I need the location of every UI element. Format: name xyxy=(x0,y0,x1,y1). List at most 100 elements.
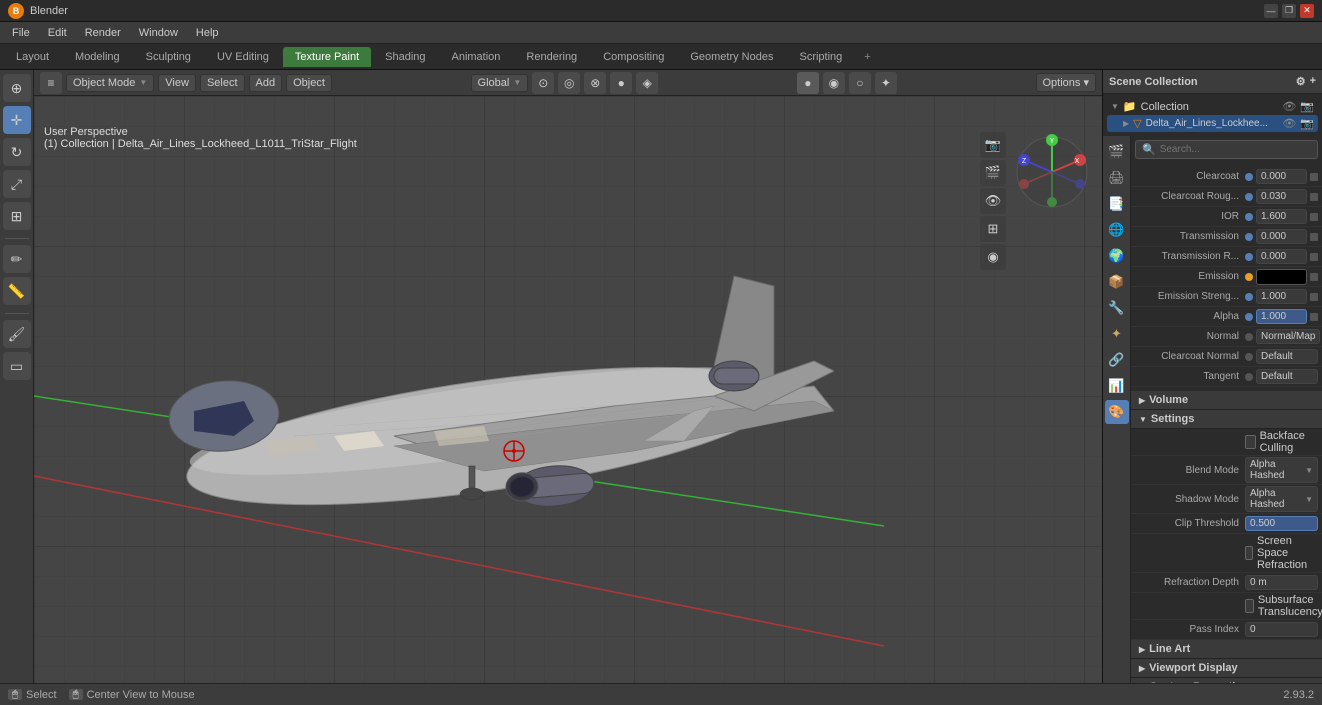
transmission-value[interactable]: 0.000 xyxy=(1256,229,1307,244)
tangent-dot[interactable] xyxy=(1245,373,1253,381)
menu-render[interactable]: Render xyxy=(77,25,129,41)
add-workspace-button[interactable]: + xyxy=(856,47,878,67)
clip-threshold-value[interactable]: 0.500 xyxy=(1245,516,1318,531)
alpha-dot[interactable] xyxy=(1245,313,1253,321)
collection-render-icon[interactable]: 📷 xyxy=(1300,100,1314,113)
tangent-value[interactable]: Default xyxy=(1256,369,1318,384)
tab-modeling[interactable]: Modeling xyxy=(63,47,132,67)
tab-compositing[interactable]: Compositing xyxy=(591,47,676,67)
xray-icon[interactable]: ◈ xyxy=(636,72,658,94)
refraction-depth-value[interactable]: 0 m xyxy=(1245,575,1318,590)
collection-item-render-icon[interactable]: 📷 xyxy=(1300,117,1314,130)
measure-tool[interactable]: 📏 xyxy=(3,277,31,305)
collection-item-visibility-icon[interactable]: 👁 xyxy=(1282,117,1296,130)
cursor-tool[interactable]: ⊕ xyxy=(3,74,31,102)
close-button[interactable]: ✕ xyxy=(1300,4,1314,18)
transform-tool[interactable]: ⊞ xyxy=(3,202,31,230)
shading-btn[interactable]: ◉ xyxy=(980,244,1006,270)
mode-dropdown[interactable]: Object Mode ▼ xyxy=(66,74,154,92)
normal-dot[interactable] xyxy=(1245,333,1253,341)
prop-icon-constraint[interactable]: 🔗 xyxy=(1105,348,1129,372)
search-input[interactable] xyxy=(1160,144,1311,155)
fill-tool[interactable]: ▭ xyxy=(3,352,31,380)
annotate-tool[interactable]: ✏ xyxy=(3,245,31,273)
ior-dot[interactable] xyxy=(1245,213,1253,221)
tab-geometry-nodes[interactable]: Geometry Nodes xyxy=(678,47,785,67)
options-button[interactable]: Options ▾ xyxy=(1036,73,1097,92)
collection-item-expand-icon[interactable] xyxy=(1123,118,1129,129)
object-menu[interactable]: Object xyxy=(286,74,332,92)
eevee-icon[interactable]: ✦ xyxy=(875,72,897,94)
settings-section-title[interactable]: Settings xyxy=(1131,410,1322,429)
clearcoat-value[interactable]: 0.000 xyxy=(1256,169,1307,184)
menu-help[interactable]: Help xyxy=(188,25,227,41)
snap-icon[interactable]: ⊙ xyxy=(532,72,554,94)
view-menu[interactable]: View xyxy=(158,74,196,92)
add-menu[interactable]: Add xyxy=(249,74,283,92)
ior-value[interactable]: 1.600 xyxy=(1256,209,1307,224)
volume-section-title[interactable]: Volume xyxy=(1131,391,1322,410)
properties-search[interactable]: 🔍 xyxy=(1135,140,1318,159)
tab-sculpting[interactable]: Sculpting xyxy=(134,47,203,67)
tab-uv-editing[interactable]: UV Editing xyxy=(205,47,281,67)
paint-brush-tool[interactable]: 🖌 xyxy=(3,320,31,348)
solid-shading[interactable]: ● xyxy=(797,72,819,94)
normal-value[interactable]: Normal/Map xyxy=(1256,329,1320,344)
collection-expand-icon[interactable] xyxy=(1111,101,1119,112)
tab-texture-paint[interactable]: Texture Paint xyxy=(283,47,371,67)
prop-icon-world[interactable]: 🌍 xyxy=(1105,244,1129,268)
prop-icon-modifier[interactable]: 🔧 xyxy=(1105,296,1129,320)
camera-view-btn[interactable]: 📷 xyxy=(980,132,1006,158)
move-tool[interactable]: ✛ xyxy=(3,106,31,134)
scale-tool[interactable]: ⤢ xyxy=(3,170,31,198)
select-menu[interactable]: Select xyxy=(200,74,245,92)
emission-strength-dot[interactable] xyxy=(1245,293,1253,301)
emission-dot[interactable] xyxy=(1245,273,1253,281)
alpha-value[interactable]: 1.000 xyxy=(1256,309,1307,324)
tab-shading[interactable]: Shading xyxy=(373,47,437,67)
emission-strength-reset[interactable] xyxy=(1310,293,1318,301)
show-hide-btn[interactable]: 👁 xyxy=(980,188,1006,214)
clearcoat-reset[interactable] xyxy=(1310,173,1318,181)
pass-index-value[interactable]: 0 xyxy=(1245,622,1318,637)
menu-file[interactable]: File xyxy=(4,25,38,41)
prop-icon-object[interactable]: 📦 xyxy=(1105,270,1129,294)
clearcoat-dot[interactable] xyxy=(1245,173,1253,181)
tab-rendering[interactable]: Rendering xyxy=(514,47,589,67)
transmission-reset[interactable] xyxy=(1310,233,1318,241)
overlay-btn[interactable]: ⊞ xyxy=(980,216,1006,242)
collection-item-aircraft[interactable]: ▽ Delta_Air_Lines_Lockhee... 👁 📷 xyxy=(1107,115,1318,132)
clearcoat-roughness-value[interactable]: 0.030 xyxy=(1256,189,1307,204)
viewport[interactable]: ≡ Object Mode ▼ View Select Add Object G… xyxy=(34,70,1102,705)
scene-filter-icon[interactable]: ⚙ xyxy=(1296,75,1306,88)
transmission-r-dot[interactable] xyxy=(1245,253,1253,261)
ior-reset[interactable] xyxy=(1310,213,1318,221)
onion-icon[interactable]: ⊗ xyxy=(584,72,606,94)
clearcoat-roughness-reset[interactable] xyxy=(1310,193,1318,201)
tab-layout[interactable]: Layout xyxy=(4,47,61,67)
minimize-button[interactable]: — xyxy=(1264,4,1278,18)
rendered-shading[interactable]: ○ xyxy=(849,72,871,94)
tab-animation[interactable]: Animation xyxy=(440,47,513,67)
backface-culling-checkbox[interactable] xyxy=(1245,435,1256,449)
sst-checkbox[interactable] xyxy=(1245,599,1254,613)
show-overlay-icon[interactable]: ● xyxy=(610,72,632,94)
prop-icon-view-layer[interactable]: 📑 xyxy=(1105,192,1129,216)
prop-icon-material[interactable]: 🎨 xyxy=(1105,400,1129,424)
prop-icon-scene[interactable]: 🌐 xyxy=(1105,218,1129,242)
proportional-icon[interactable]: ◎ xyxy=(558,72,580,94)
ssr-checkbox[interactable] xyxy=(1245,546,1253,560)
prop-icon-data[interactable]: 📊 xyxy=(1105,374,1129,398)
material-shading[interactable]: ◉ xyxy=(823,72,845,94)
prop-icon-render[interactable]: 🎬 xyxy=(1105,140,1129,164)
tab-scripting[interactable]: Scripting xyxy=(787,47,854,67)
viewport-menu-icon[interactable]: ≡ xyxy=(40,72,62,94)
prop-icon-output[interactable]: 🖨 xyxy=(1105,166,1129,190)
menu-edit[interactable]: Edit xyxy=(40,25,75,41)
emission-value[interactable] xyxy=(1256,269,1307,285)
transform-dropdown[interactable]: Global ▼ xyxy=(471,74,529,92)
viewport-display-section-title[interactable]: Viewport Display xyxy=(1131,659,1322,678)
shadow-mode-select[interactable]: Alpha Hashed ▼ xyxy=(1245,486,1318,512)
scene-add-icon[interactable]: + xyxy=(1310,75,1316,88)
transmission-r-value[interactable]: 0.000 xyxy=(1256,249,1307,264)
